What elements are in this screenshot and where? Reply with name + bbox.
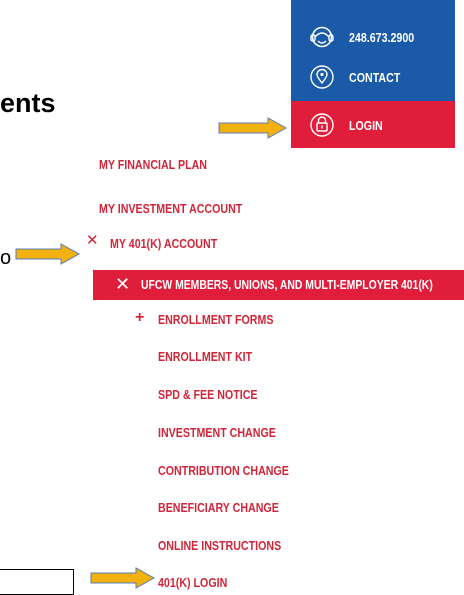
nav-401k-login[interactable]: 401(K) LOGIN <box>158 575 227 590</box>
document-box-fragment <box>0 569 74 595</box>
nav-my-financial-plan[interactable]: MY FINANCIAL PLAN <box>99 157 207 172</box>
nav-my-401k-account[interactable]: MY 401(K) ACCOUNT <box>110 236 217 251</box>
document-text-fragment: o <box>0 247 12 269</box>
utility-panel: 248.673.2900 CONTACT LOGIN <box>291 0 455 148</box>
nav-contribution-change[interactable]: CONTRIBUTION CHANGE <box>158 463 289 478</box>
padlock-icon <box>310 113 334 137</box>
nav-enrollment-forms[interactable]: ENROLLMENT FORMS <box>158 312 273 327</box>
phone-number: 248.673.2900 <box>349 29 415 45</box>
collapse-icon[interactable]: ✕ <box>115 274 130 295</box>
document-heading-fragment: ents <box>0 88 56 118</box>
contact-link[interactable]: CONTACT <box>291 59 455 95</box>
annotation-arrow-401k-login <box>90 567 156 589</box>
nav-spd-fee-notice[interactable]: SPD & FEE NOTICE <box>158 387 258 402</box>
nav-enrollment-kit[interactable]: ENROLLMENT KIT <box>158 349 252 364</box>
nav-ufcw-401k-label: UFCW MEMBERS, UNIONS, AND MULTI-EMPLOYER… <box>141 277 433 292</box>
contact-label: CONTACT <box>349 69 401 85</box>
phone-link[interactable]: 248.673.2900 <box>291 19 455 55</box>
nav-my-investment-account[interactable]: MY INVESTMENT ACCOUNT <box>99 201 242 216</box>
login-link[interactable]: LOGIN <box>291 107 455 143</box>
login-label: LOGIN <box>349 117 383 133</box>
nav-beneficiary-change[interactable]: BENEFICIARY CHANGE <box>158 500 279 515</box>
nav-investment-change[interactable]: INVESTMENT CHANGE <box>158 425 276 440</box>
location-pin-icon <box>310 65 334 89</box>
nav-ufcw-401k-active[interactable]: ✕ UFCW MEMBERS, UNIONS, AND MULTI-EMPLOY… <box>93 270 464 300</box>
headset-icon <box>310 26 334 48</box>
expand-icon[interactable]: + <box>135 309 144 327</box>
annotation-arrow-login <box>218 117 288 139</box>
collapse-icon[interactable]: ✕ <box>86 231 99 249</box>
annotation-arrow-401k-account <box>15 243 81 265</box>
nav-online-instructions[interactable]: ONLINE INSTRUCTIONS <box>158 538 281 553</box>
